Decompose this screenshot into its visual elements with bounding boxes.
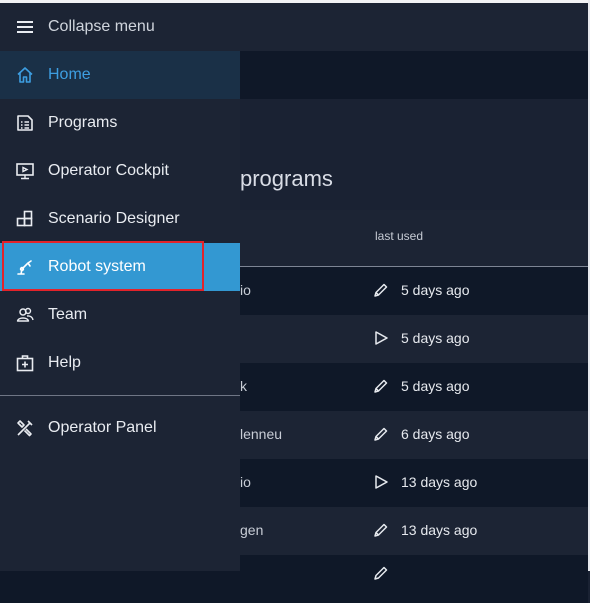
last-used-value: 5 days ago — [401, 330, 470, 346]
nav-item-label: Operator Cockpit — [48, 162, 169, 179]
monitor-icon — [16, 163, 34, 180]
drawer-divider — [0, 395, 240, 396]
nav-item-label: Home — [48, 66, 91, 83]
nav-item-label: Team — [48, 306, 88, 323]
team-icon — [16, 307, 34, 322]
nav-item-home[interactable]: Home — [0, 51, 240, 99]
collapse-menu-label: Collapse menu — [48, 18, 155, 35]
last-used-value: 13 days ago — [401, 522, 478, 538]
program-name: gen — [240, 522, 264, 538]
program-name: k — [240, 378, 247, 394]
collapse-menu-button[interactable]: Collapse menu — [0, 3, 240, 51]
last-used-value: 13 days ago — [401, 474, 478, 490]
pencil-icon[interactable] — [373, 522, 389, 538]
nav-item-label: Help — [48, 354, 81, 371]
window-top-edge — [0, 0, 590, 3]
nav-item-operator-cockpit[interactable]: Operator Cockpit — [0, 147, 240, 195]
last-used-value: 6 days ago — [401, 426, 470, 442]
program-name-cell — [240, 315, 360, 363]
selection-highlight-box — [2, 241, 204, 291]
play-icon[interactable] — [373, 330, 389, 346]
pencil-icon[interactable] — [373, 565, 389, 581]
pencil-icon[interactable] — [373, 378, 389, 394]
program-name: lenneu — [240, 426, 283, 442]
blocks-icon — [16, 210, 33, 227]
nav-item-help[interactable]: Help — [0, 339, 240, 387]
program-name: io — [240, 282, 251, 298]
list-icon — [17, 115, 33, 131]
nav-item-label: Scenario Designer — [48, 210, 180, 227]
pencil-icon[interactable] — [373, 426, 389, 442]
page-title: programs — [240, 166, 333, 191]
program-name: io — [240, 474, 251, 490]
nav-item-programs[interactable]: Programs — [0, 99, 240, 147]
program-name-cell: io — [240, 267, 360, 315]
program-name-cell: k — [240, 363, 360, 411]
program-name-cell: gen — [240, 507, 360, 555]
first-aid-icon — [16, 355, 34, 372]
column-header-last-used[interactable]: last used — [375, 229, 423, 243]
pencil-icon[interactable] — [373, 282, 389, 298]
nav-item-scenario-designer[interactable]: Scenario Designer — [0, 195, 240, 243]
play-icon[interactable] — [373, 474, 389, 490]
menu-icon — [17, 21, 33, 33]
nav-item-label: Operator Panel — [48, 419, 157, 436]
page-title-container: programs — [240, 160, 440, 200]
nav-item-operator-panel[interactable]: Operator Panel — [0, 404, 240, 452]
last-used-value: 5 days ago — [401, 282, 470, 298]
home-icon — [17, 67, 33, 83]
tools-icon — [17, 420, 33, 437]
program-name-cell: lenneu — [240, 411, 360, 459]
nav-item-label: Programs — [48, 114, 118, 131]
last-used-value: 5 days ago — [401, 378, 470, 394]
program-name-cell: io — [240, 459, 360, 507]
nav-item-team[interactable]: Team — [0, 291, 240, 339]
